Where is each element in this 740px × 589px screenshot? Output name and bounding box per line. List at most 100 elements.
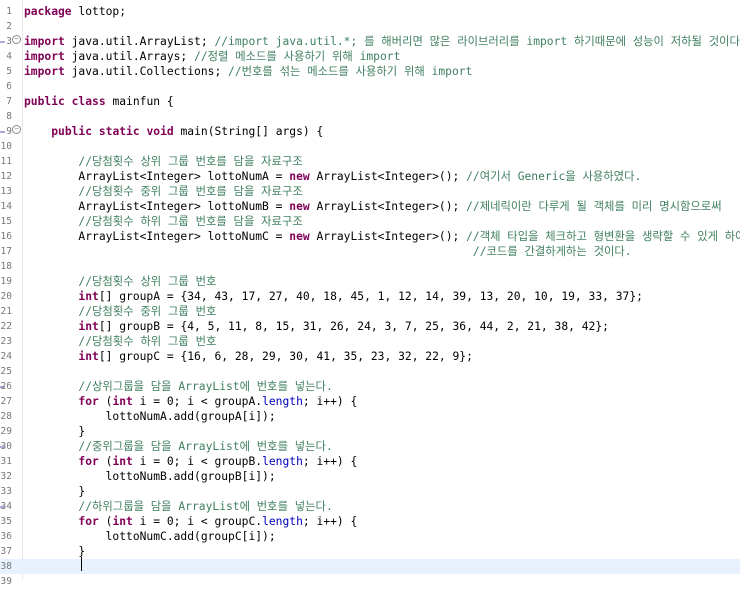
code-line[interactable]: 25 bbox=[0, 364, 740, 379]
code-line[interactable]: 27 for (int i = 0; i < groupA.length; i+… bbox=[0, 394, 740, 409]
comment-token: //코드를 간결하게하는 것이다. bbox=[472, 245, 632, 258]
code-line[interactable]: 38 bbox=[0, 559, 740, 574]
code-line[interactable]: 39 bbox=[0, 574, 740, 589]
keyword-token: new bbox=[289, 230, 310, 243]
code-line[interactable]: 10 bbox=[0, 139, 740, 154]
code-text[interactable]: //당첨횟수 중위 그룹 번호 bbox=[24, 304, 216, 319]
code-text[interactable]: ArrayList<Integer> lottoNumA = new Array… bbox=[24, 169, 641, 184]
code-text[interactable]: //당첨횟수 중위 그룹 번호를 담을 자료구조 bbox=[24, 184, 302, 199]
code-text[interactable]: //당첨횟수 하위 그룹 번호 bbox=[24, 334, 216, 349]
code-line[interactable]: 34 //하위그룹을 담을 ArrayList에 번호를 넣는다. bbox=[0, 499, 740, 514]
code-line[interactable]: 11 //당첨횟수 상위 그룹 번호를 담을 자료구조 bbox=[0, 154, 740, 169]
code-line[interactable]: 17 //코드를 간결하게하는 것이다. bbox=[0, 244, 740, 259]
code-line[interactable]: 32 lottoNumB.add(groupB[i]); bbox=[0, 469, 740, 484]
code-line[interactable]: 12 ArrayList<Integer> lottoNumA = new Ar… bbox=[0, 169, 740, 184]
code-text[interactable]: lottoNumB.add(groupB[i]); bbox=[24, 469, 276, 484]
code-text[interactable]: public static void main(String[] args) { bbox=[24, 124, 323, 139]
fold-toggle-icon[interactable]: − bbox=[12, 35, 21, 44]
line-number: 34 bbox=[0, 501, 12, 512]
code-line[interactable]: 24 int[] groupC = {16, 6, 28, 29, 30, 41… bbox=[0, 349, 740, 364]
code-line[interactable]: 21 //당첨횟수 중위 그룹 번호 bbox=[0, 304, 740, 319]
code-token: ArrayList<Integer>(); bbox=[309, 170, 467, 183]
code-text[interactable]: //당첨횟수 상위 그룹 번호를 담을 자료구조 bbox=[24, 154, 302, 169]
field-token: length bbox=[262, 455, 303, 468]
code-text[interactable]: for (int i = 0; i < groupC.length; i++) … bbox=[24, 514, 357, 529]
code-line[interactable]: 2 bbox=[0, 19, 740, 34]
code-line[interactable]: 29 } bbox=[0, 424, 740, 439]
code-text[interactable]: int[] groupC = {16, 6, 28, 29, 30, 41, 3… bbox=[24, 349, 472, 364]
code-line[interactable]: 22 int[] groupB = {4, 5, 11, 8, 15, 31, … bbox=[0, 319, 740, 334]
code-line[interactable]: 30 //중위그룹을 담을 ArrayList에 번호를 넣는다. bbox=[0, 439, 740, 454]
code-line[interactable]: 7 public class mainfun { bbox=[0, 94, 740, 109]
code-text[interactable]: //코드를 간결하게하는 것이다. bbox=[24, 244, 632, 259]
code-text[interactable]: package lottop; bbox=[24, 4, 126, 19]
comment-token: //당첨횟수 하위 그룹 번호를 담을 자료구조 bbox=[78, 215, 303, 228]
code-line[interactable]: 9− public static void main(String[] args… bbox=[0, 124, 740, 139]
code-text[interactable]: ArrayList<Integer> lottoNumB = new Array… bbox=[24, 199, 721, 214]
code-line[interactable]: 3− import java.util.ArrayList; //import j… bbox=[0, 34, 740, 49]
line-number: 12 bbox=[0, 171, 12, 182]
text-caret bbox=[81, 557, 82, 571]
code-text[interactable]: //상위그룹을 담을 ArrayList에 번호를 넣는다. bbox=[24, 379, 332, 394]
code-token: } bbox=[24, 485, 86, 498]
code-text[interactable]: ArrayList<Integer> lottoNumC = new Array… bbox=[24, 229, 740, 244]
code-line[interactable]: 15 //당첨횟수 하위 그룹 번호를 담을 자료구조 bbox=[0, 214, 740, 229]
comment-token: //import java.util.*; 를 해버리면 많은 라이브러리를 i… bbox=[214, 35, 740, 48]
line-number: 17 bbox=[0, 246, 12, 257]
code-text[interactable]: //당첨횟수 상위 그룹 번호 bbox=[24, 274, 216, 289]
code-line[interactable]: 6 bbox=[0, 79, 740, 94]
code-text[interactable]: int[] groupB = {4, 5, 11, 8, 15, 31, 26,… bbox=[24, 319, 609, 334]
code-text[interactable]: lottoNumC.add(groupC[i]); bbox=[24, 529, 276, 544]
code-line[interactable]: 37 } bbox=[0, 544, 740, 559]
code-text[interactable]: } bbox=[24, 424, 85, 439]
code-text[interactable]: import java.util.ArrayList; //import jav… bbox=[24, 34, 740, 49]
line-number: 39 bbox=[0, 576, 12, 587]
code-text[interactable]: import java.util.Arrays; //정렬 메소드를 사용하기 … bbox=[24, 49, 400, 64]
code-line[interactable]: 26 //상위그룹을 담을 ArrayList에 번호를 넣는다. bbox=[0, 379, 740, 394]
code-text[interactable]: } bbox=[24, 484, 85, 499]
keyword-token: public bbox=[51, 125, 93, 138]
code-line[interactable]: 28 lottoNumA.add(groupA[i]); bbox=[0, 409, 740, 424]
comment-token: //중위그룹을 담을 ArrayList에 번호를 넣는다. bbox=[78, 440, 333, 453]
code-line[interactable]: 14 ArrayList<Integer> lottoNumB = new Ar… bbox=[0, 199, 740, 214]
code-text[interactable]: } bbox=[24, 544, 85, 559]
code-line[interactable]: 20 int[] groupA = {34, 43, 17, 27, 40, 1… bbox=[0, 289, 740, 304]
keyword-token: for bbox=[78, 455, 99, 468]
code-line[interactable]: 19 //당첨횟수 상위 그룹 번호 bbox=[0, 274, 740, 289]
code-line[interactable]: 33 } bbox=[0, 484, 740, 499]
code-token: ArrayList<Integer> lottoNumA = bbox=[24, 170, 290, 183]
code-editor[interactable]: 1 package lottop; 2 3− import java.util.Arra… bbox=[0, 0, 740, 587]
code-text[interactable]: //하위그룹을 담을 ArrayList에 번호를 넣는다. bbox=[24, 499, 332, 514]
code-line[interactable]: 8 bbox=[0, 109, 740, 124]
code-line[interactable]: 16 ArrayList<Integer> lottoNumC = new Ar… bbox=[0, 229, 740, 244]
line-number: 19 bbox=[0, 276, 12, 287]
code-line[interactable]: 13 //당첨횟수 중위 그룹 번호를 담을 자료구조 bbox=[0, 184, 740, 199]
keyword-token: package bbox=[24, 5, 72, 18]
keyword-token: for bbox=[78, 515, 99, 528]
code-text[interactable]: import java.util.Collections; //번호를 섞는 메… bbox=[24, 64, 472, 79]
code-token: ArrayList<Integer>(); bbox=[309, 200, 467, 213]
comment-token: //여기서 Generic을 사용하였다. bbox=[466, 170, 642, 183]
code-line[interactable]: 36 lottoNumC.add(groupC[i]); bbox=[0, 529, 740, 544]
code-line[interactable]: 35 for (int i = 0; i < groupC.length; i+… bbox=[0, 514, 740, 529]
code-text[interactable]: for (int i = 0; i < groupA.length; i++) … bbox=[24, 394, 357, 409]
code-line[interactable]: 1 package lottop; bbox=[0, 4, 740, 19]
code-text[interactable]: public class mainfun { bbox=[24, 94, 174, 109]
code-token: ( bbox=[98, 455, 113, 468]
code-line[interactable]: 31 for (int i = 0; i < groupB.length; i+… bbox=[0, 454, 740, 469]
code-text[interactable]: //당첨횟수 하위 그룹 번호를 담을 자료구조 bbox=[24, 214, 303, 229]
fold-toggle-icon[interactable]: − bbox=[12, 125, 21, 134]
code-text[interactable]: lottoNumA.add(groupA[i]); bbox=[24, 409, 276, 424]
code-text[interactable]: int[] groupA = {34, 43, 17, 27, 40, 18, … bbox=[24, 289, 643, 304]
code-line[interactable]: 18 bbox=[0, 259, 740, 274]
keyword-token: for bbox=[78, 395, 99, 408]
code-line[interactable]: 5 import java.util.Collections; //번호를 섞는 … bbox=[0, 64, 740, 79]
code-text[interactable]: //중위그룹을 담을 ArrayList에 번호를 넣는다. bbox=[24, 439, 333, 454]
code-line[interactable]: 4 import java.util.Arrays; //정렬 메소드를 사용하기… bbox=[0, 49, 740, 64]
line-number: 15 bbox=[0, 216, 12, 227]
code-text[interactable]: for (int i = 0; i < groupB.length; i++) … bbox=[24, 454, 357, 469]
code-line[interactable]: 23 //당첨횟수 하위 그룹 번호 bbox=[0, 334, 740, 349]
